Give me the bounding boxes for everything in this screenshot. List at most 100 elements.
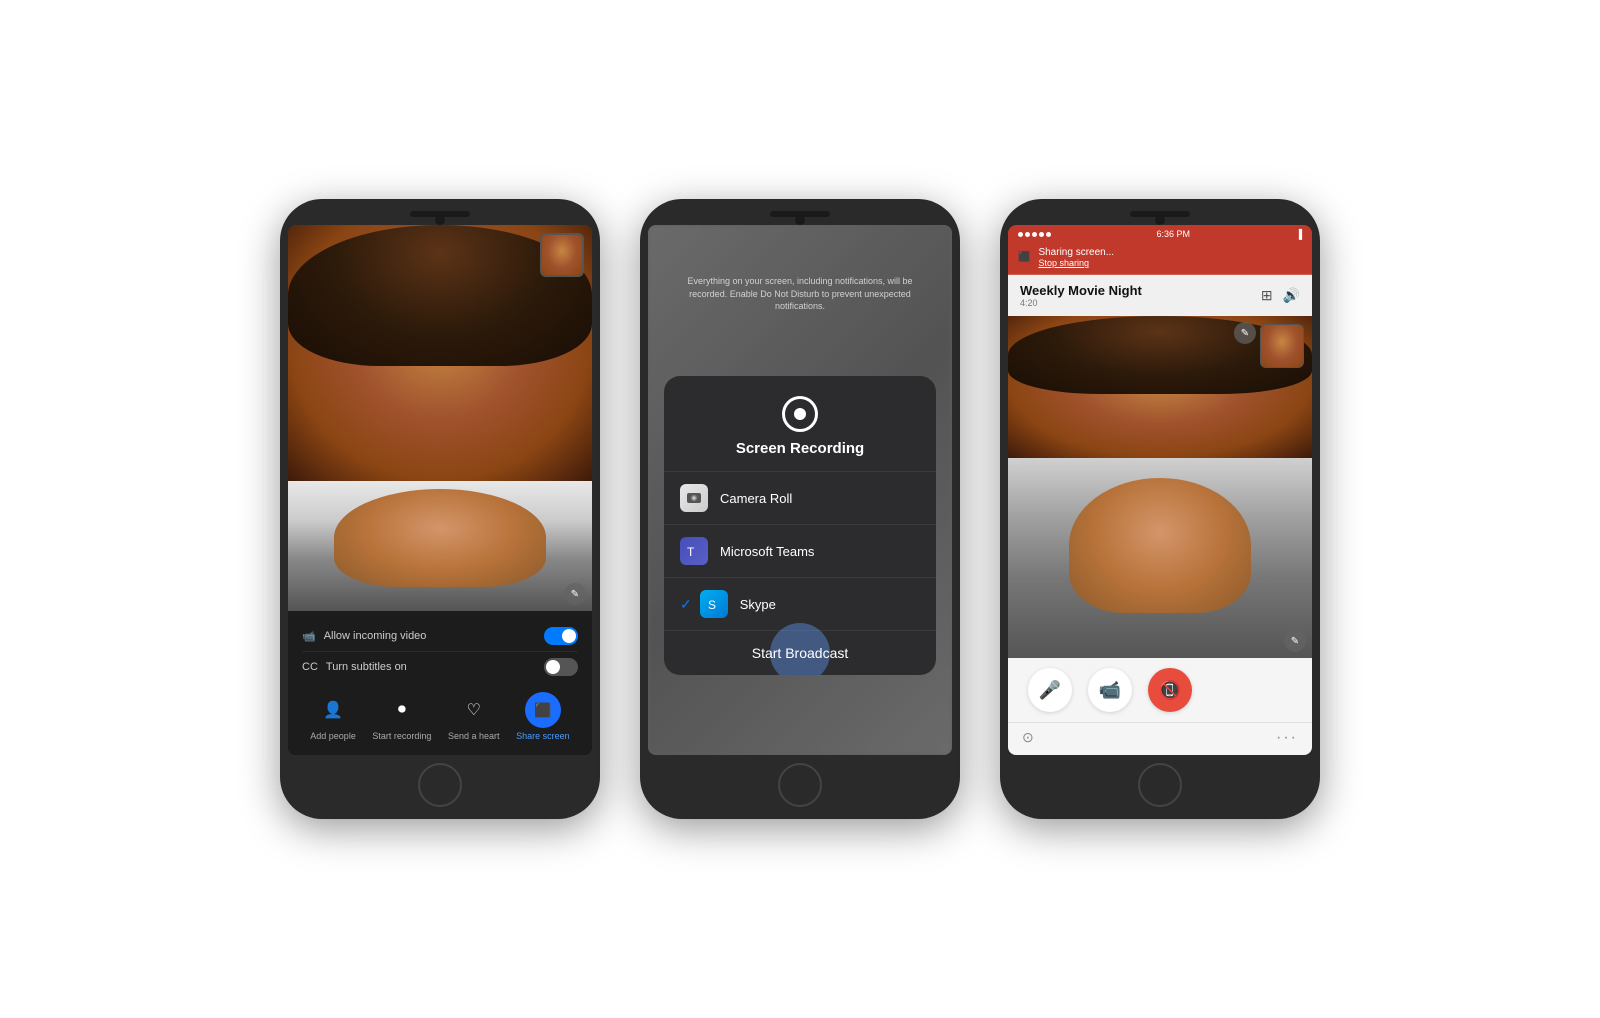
record-circle — [782, 396, 818, 432]
subtitles-label: CC Turn subtitles on — [302, 661, 407, 673]
p1-controls: 📹 Allow incoming video CC Turn subtitles… — [288, 611, 592, 755]
scene: ✎ 📹 Allow incoming video — [0, 0, 1600, 1018]
toggle-thumb-on — [562, 629, 576, 643]
share-screen-icon: ⬛ — [525, 692, 561, 728]
dot-1 — [1018, 232, 1023, 237]
p3-time: 6:36 PM — [1157, 229, 1191, 239]
phone-1: ✎ 📹 Allow incoming video — [280, 199, 600, 819]
record-dot — [794, 408, 806, 420]
p1-main-video — [288, 225, 592, 481]
start-recording-btn[interactable]: ⏺ Start recording — [372, 692, 431, 741]
p3-self-avatar — [1260, 324, 1304, 368]
send-heart-icon: ♡ — [456, 692, 492, 728]
skype-checkmark: ✓ — [680, 596, 692, 613]
layout-icon[interactable]: ⊞ — [1261, 287, 1273, 304]
p3-bottom-controls: 🎤 📹 📵 — [1008, 658, 1312, 722]
p1-secondary-inner — [288, 481, 592, 611]
subtitles-row: CC Turn subtitles on — [302, 652, 578, 682]
camera-roll-icon — [680, 484, 708, 512]
header-left: Weekly Movie Night 4:20 — [1020, 283, 1142, 308]
share-icon: ⬛ — [1018, 252, 1030, 263]
dot-5 — [1046, 232, 1051, 237]
video-icon: 📹 — [302, 630, 316, 643]
man-head — [334, 489, 547, 587]
focus-icon[interactable]: ⊙ — [1022, 729, 1034, 747]
phone-2-home[interactable] — [778, 763, 822, 807]
camera-roll-label: Camera Roll — [720, 491, 792, 506]
phone-2-screen: Everything on your screen, including not… — [648, 225, 952, 755]
incoming-video-label: 📹 Allow incoming video — [302, 630, 426, 643]
share-screen-label: Share screen — [516, 731, 570, 741]
picker-title: Screen Recording — [736, 440, 864, 457]
incoming-video-row: 📹 Allow incoming video — [302, 621, 578, 652]
share-screen-btn[interactable]: ⬛ Share screen — [516, 692, 570, 741]
skype-label: Skype — [740, 597, 776, 612]
p3-sharing-bar: ⬛ Sharing screen... Stop sharing — [1008, 243, 1312, 275]
sharing-text-group: Sharing screen... Stop sharing — [1038, 247, 1114, 268]
call-title: Weekly Movie Night — [1020, 283, 1142, 298]
screen-recording-picker: Screen Recording Camera Roll T — [664, 376, 936, 675]
p1-action-bar: 👤 Add people ⏺ Start recording ♡ Send a … — [302, 682, 578, 745]
picker-camera-roll[interactable]: Camera Roll — [664, 472, 936, 525]
start-recording-icon: ⏺ — [384, 692, 420, 728]
more-menu[interactable]: ··· — [1276, 729, 1298, 747]
signal-dots — [1018, 232, 1051, 237]
start-broadcast-section: Start Broadcast — [664, 631, 936, 675]
add-people-btn[interactable]: 👤 Add people — [310, 692, 356, 741]
sharing-label: Sharing screen... — [1038, 247, 1114, 258]
call-time: 4:20 — [1020, 298, 1142, 308]
speaker-icon[interactable]: 🔊 — [1283, 287, 1300, 304]
p3-call-header: Weekly Movie Night 4:20 ⊞ 🔊 — [1008, 275, 1312, 316]
start-broadcast-btn[interactable]: Start Broadcast — [752, 645, 849, 661]
dot-3 — [1032, 232, 1037, 237]
svg-text:S: S — [708, 598, 716, 612]
picker-header: Screen Recording — [664, 376, 936, 472]
p1-secondary-video: ✎ — [288, 481, 592, 611]
p3-secondary-edit[interactable]: ✎ — [1284, 630, 1306, 652]
picker-teams[interactable]: T Microsoft Teams — [664, 525, 936, 578]
p1-screen: ✎ 📹 Allow incoming video — [288, 225, 592, 755]
teams-label: Microsoft Teams — [720, 544, 814, 559]
add-people-label: Add people — [310, 731, 356, 741]
p2-screen: Everything on your screen, including not… — [648, 225, 952, 755]
header-icons: ⊞ 🔊 — [1261, 287, 1300, 304]
p3-secondary-bg — [1008, 458, 1312, 658]
mic-btn[interactable]: 🎤 — [1028, 668, 1072, 712]
p3-bottom-extras: ⊙ ··· — [1008, 722, 1312, 755]
send-heart-label: Send a heart — [448, 731, 500, 741]
p3-man-head — [1069, 478, 1251, 613]
incoming-video-toggle[interactable] — [544, 627, 578, 645]
phone-1-screen: ✎ 📹 Allow incoming video — [288, 225, 592, 755]
phone-1-camera — [435, 215, 445, 225]
p2-hint-text: Everything on your screen, including not… — [668, 275, 932, 313]
stop-sharing-btn[interactable]: Stop sharing — [1038, 258, 1114, 268]
skype-icon: S — [700, 590, 728, 618]
edit-icon[interactable]: ✎ — [564, 583, 586, 605]
subtitles-icon: CC — [302, 661, 318, 673]
end-call-btn[interactable]: 📵 — [1148, 668, 1192, 712]
self-avatar-inner — [542, 235, 582, 275]
phone-3-screen: 6:36 PM ▐ ⬛ Sharing screen... Stop shari… — [1008, 225, 1312, 755]
p3-edit-icon[interactable]: ✎ — [1234, 322, 1256, 344]
phone-3-camera — [1155, 215, 1165, 225]
phone-2-camera — [795, 215, 805, 225]
svg-text:T: T — [687, 545, 695, 559]
phone-2: Everything on your screen, including not… — [640, 199, 960, 819]
video-btn[interactable]: 📹 — [1088, 668, 1132, 712]
subtitles-toggle[interactable] — [544, 658, 578, 676]
dot-2 — [1025, 232, 1030, 237]
p3-screen: 6:36 PM ▐ ⬛ Sharing screen... Stop shari… — [1008, 225, 1312, 755]
phone-3: 6:36 PM ▐ ⬛ Sharing screen... Stop shari… — [1000, 199, 1320, 819]
send-heart-btn[interactable]: ♡ Send a heart — [448, 692, 500, 741]
start-recording-label: Start recording — [372, 731, 431, 741]
phone-3-home[interactable] — [1138, 763, 1182, 807]
p3-main-video: ✎ — [1008, 316, 1312, 458]
add-people-icon: 👤 — [315, 692, 351, 728]
incoming-video-text: Allow incoming video — [324, 630, 427, 642]
self-avatar — [540, 233, 584, 277]
toggle-thumb-off — [546, 660, 560, 674]
p3-status-bar: 6:36 PM ▐ — [1008, 225, 1312, 243]
p3-secondary-video: ✎ — [1008, 458, 1312, 658]
dot-4 — [1039, 232, 1044, 237]
phone-1-home[interactable] — [418, 763, 462, 807]
